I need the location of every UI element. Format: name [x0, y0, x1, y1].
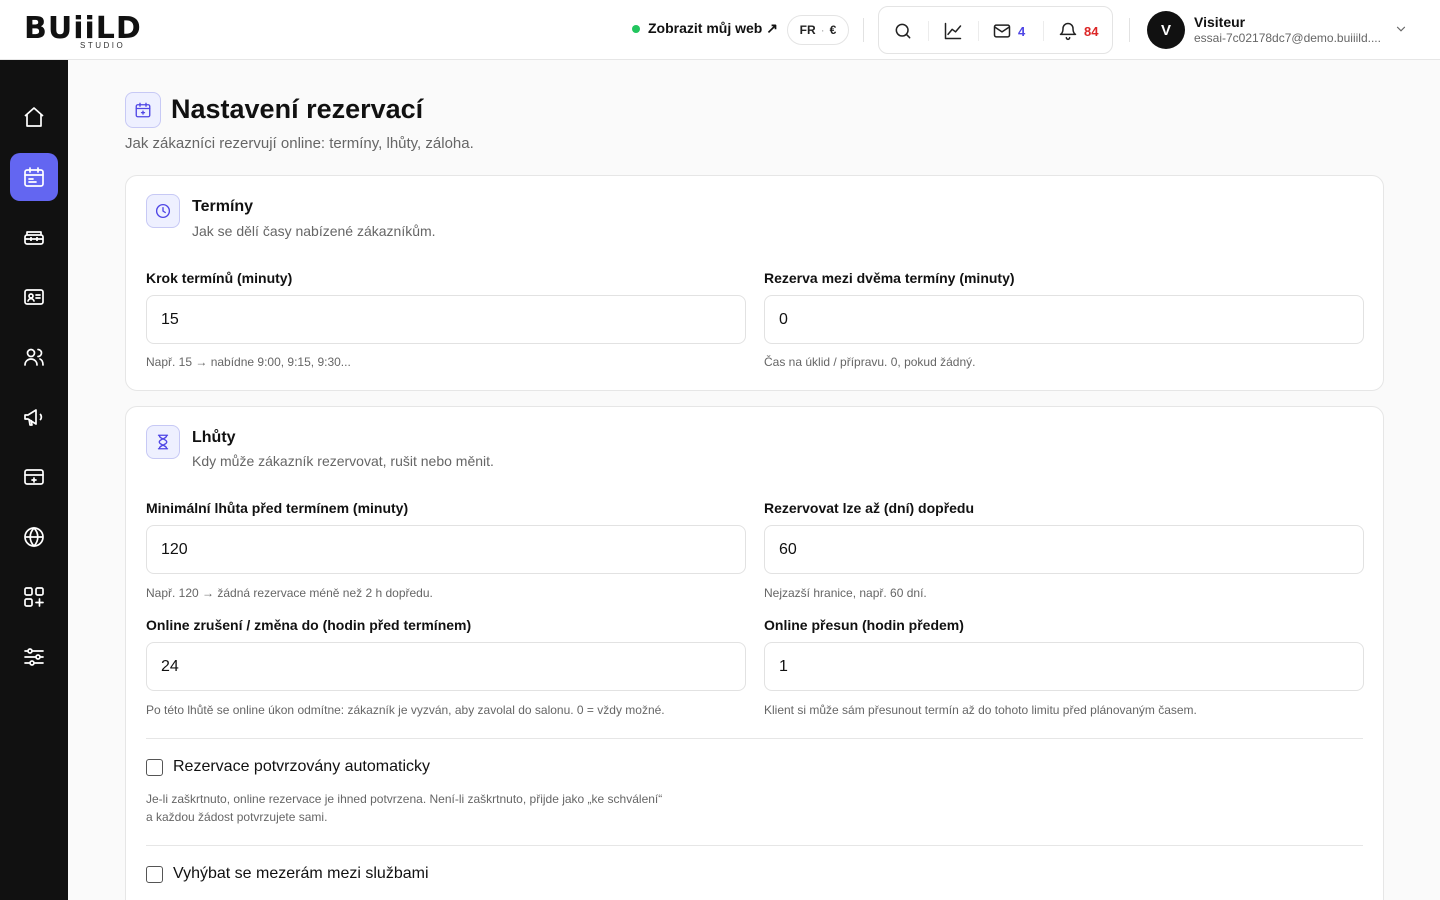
megaphone-icon [24, 409, 43, 426]
auto-confirm-label[interactable]: Rezervace potvrzovány automaticky [173, 758, 430, 776]
divider [863, 18, 864, 42]
cancel-hint: Po této lhůtě se online úkon odmítne: zá… [146, 703, 665, 717]
buffer-hint: Čas na úklid / přípravu. 0, pokud žádný. [764, 355, 976, 369]
language-code: FR [799, 23, 816, 37]
page-subtitle: Jak zákazníci rezervují online: termíny,… [125, 135, 474, 152]
divider [146, 738, 1363, 739]
logo-text: BUiiLD [24, 11, 142, 46]
section-title: Lhůty [192, 429, 236, 446]
sidebar-item-clients[interactable] [10, 333, 58, 381]
section-terminy: Termíny Jak se dělí časy nabízené zákazn… [125, 175, 1384, 391]
globe-icon [24, 526, 44, 548]
mail-icon [993, 24, 1011, 38]
reschedule-hint: Klient si může sám přesunout termín až d… [764, 703, 1197, 717]
sidebar-item-marketing[interactable] [10, 393, 58, 441]
max-days-hint: Nejzazší hranice, např. 60 dní. [764, 586, 927, 600]
max-days-input[interactable] [764, 525, 1364, 574]
reschedule-hours-input[interactable] [764, 642, 1364, 691]
chevron-down-icon[interactable] [1394, 22, 1408, 36]
page-title-icon [125, 92, 161, 128]
divider [1043, 21, 1044, 41]
divider [978, 21, 979, 41]
section-description: Jak se dělí časy nabízené zákazníkům. [192, 223, 436, 239]
messages-button[interactable]: 4 [992, 19, 1025, 43]
search-button[interactable] [893, 19, 913, 43]
min-notice-input[interactable] [146, 525, 746, 574]
view-site-link[interactable]: Zobrazit můj web ↗ [632, 20, 778, 37]
buffer-minutes-input[interactable] [764, 295, 1364, 344]
section-title: Termíny [192, 198, 254, 215]
step-minutes-input[interactable] [146, 295, 746, 344]
avatar[interactable]: V [1147, 11, 1185, 49]
step-hint: Např. 15 → nabídne 9:00, 9:15, 9:30... [146, 355, 351, 369]
avoid-gaps-label[interactable]: Vyhýbat se mezerám mezi službami [173, 865, 429, 883]
separator-dot: · [820, 23, 825, 37]
section-description: Kdy může zákazník rezervovat, rušit nebo… [192, 453, 494, 469]
calendar-icon [135, 102, 151, 118]
home-icon [24, 107, 44, 127]
sidebar-item-inventory[interactable] [10, 213, 58, 261]
page-title: Nastavení rezervací [171, 94, 424, 124]
sidebar-item-reservations[interactable] [10, 153, 58, 201]
search-icon [895, 23, 911, 39]
avoid-gaps-checkbox[interactable] [146, 866, 163, 883]
section-lhuty: Lhůty Kdy může zákazník rezervovat, ruši… [125, 406, 1384, 900]
min-notice-hint: Např. 120 → žádná rezervace méně než 2 h… [146, 586, 433, 600]
sidebar-item-website[interactable] [10, 513, 58, 561]
divider [1129, 18, 1130, 42]
max-days-label: Rezervovat lze až (dní) dopředu [764, 500, 975, 516]
divider [928, 21, 929, 41]
clock-icon [155, 203, 171, 219]
stats-button[interactable] [943, 19, 963, 43]
auto-confirm-checkbox[interactable] [146, 759, 163, 776]
toolbar-group: 4 84 [878, 6, 1113, 54]
users-icon [24, 348, 44, 366]
buffer-label: Rezerva mezi dvěma termíny (minuty) [764, 270, 1015, 286]
sidebar-item-payments[interactable] [10, 453, 58, 501]
sliders-icon [24, 648, 44, 666]
apps-icon [24, 587, 44, 607]
sidebar-item-apps[interactable] [10, 573, 58, 621]
reschedule-label: Online přesun (hodin předem) [764, 617, 964, 633]
user-email: essai-7c02178dc7@demo.buiiild.... [1194, 31, 1381, 45]
sidebar-item-settings[interactable] [10, 633, 58, 681]
notifications-button[interactable]: 84 [1058, 19, 1098, 43]
logo-subtitle: STUDIO [80, 41, 126, 50]
calendar-icon [24, 167, 44, 187]
user-name[interactable]: Visiteur [1194, 14, 1245, 30]
cancel-label: Online zrušení / změna do (hodin před te… [146, 617, 472, 633]
hourglass-icon [157, 434, 169, 450]
currency-symbol: € [829, 23, 837, 37]
cancel-hours-input[interactable] [146, 642, 746, 691]
section-icon [146, 425, 180, 459]
online-status-dot [632, 24, 640, 33]
step-label: Krok termínů (minuty) [146, 270, 293, 286]
sidebar-item-contacts[interactable] [10, 273, 58, 321]
auto-confirm-hint: Je-li zaškrtnuto, online rezervace je ih… [146, 792, 663, 824]
mail-count-badge: 4 [1018, 23, 1026, 39]
id-card-icon [24, 289, 44, 305]
logo[interactable]: BUiiLD STUDIO [24, 8, 184, 52]
bell-icon [1059, 22, 1077, 41]
chart-icon [944, 22, 962, 40]
sidebar [0, 60, 68, 900]
section-icon [146, 194, 180, 228]
sidebar-item-home[interactable] [10, 93, 58, 141]
inventory-icon [24, 231, 44, 245]
language-currency-switcher[interactable]: FR · € [787, 15, 849, 45]
top-bar: BUiiLD STUDIO Zobrazit můj web ↗ FR · € … [0, 0, 1440, 60]
notification-count-badge: 84 [1084, 23, 1099, 39]
divider [146, 845, 1363, 846]
payment-icon [24, 469, 44, 485]
min-notice-label: Minimální lhůta před termínem (minuty) [146, 500, 409, 516]
view-site-label: Zobrazit můj web ↗ [648, 20, 778, 36]
